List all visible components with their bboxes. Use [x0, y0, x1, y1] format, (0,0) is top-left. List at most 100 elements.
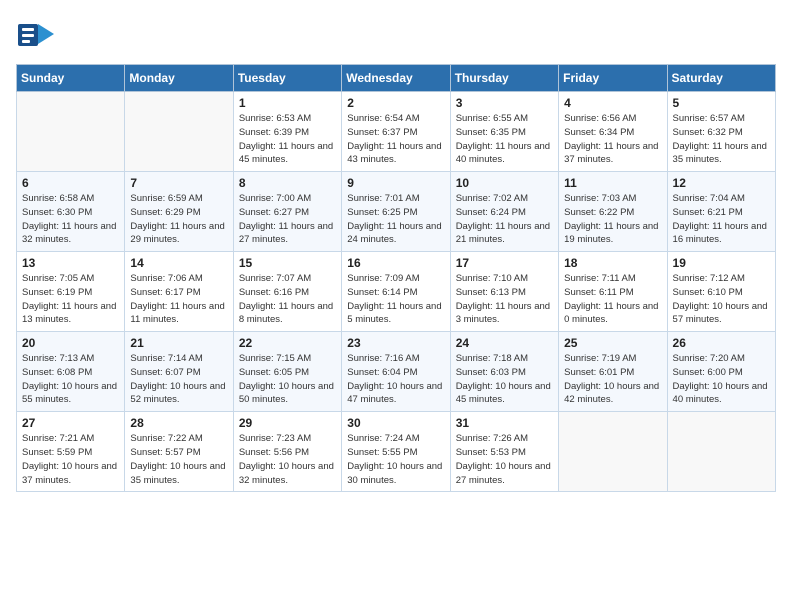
- day-info: Sunrise: 7:13 AMSunset: 6:08 PMDaylight:…: [22, 352, 119, 407]
- week-row-5: 27 Sunrise: 7:21 AMSunset: 5:59 PMDayligh…: [17, 412, 776, 492]
- calendar-header: SundayMondayTuesdayWednesdayThursdayFrid…: [17, 65, 776, 92]
- day-number: 1: [239, 96, 336, 110]
- day-info: Sunrise: 7:20 AMSunset: 6:00 PMDaylight:…: [673, 352, 770, 407]
- weekday-tuesday: Tuesday: [233, 65, 341, 92]
- header: [16, 16, 776, 54]
- day-info: Sunrise: 7:06 AMSunset: 6:17 PMDaylight:…: [130, 272, 227, 327]
- day-cell: 5 Sunrise: 6:57 AMSunset: 6:32 PMDaylight…: [667, 92, 775, 172]
- day-cell: [125, 92, 233, 172]
- day-info: Sunrise: 7:03 AMSunset: 6:22 PMDaylight:…: [564, 192, 661, 247]
- day-cell: 3 Sunrise: 6:55 AMSunset: 6:35 PMDaylight…: [450, 92, 558, 172]
- day-number: 11: [564, 176, 661, 190]
- day-number: 21: [130, 336, 227, 350]
- day-cell: 29 Sunrise: 7:23 AMSunset: 5:56 PMDayligh…: [233, 412, 341, 492]
- day-info: Sunrise: 7:18 AMSunset: 6:03 PMDaylight:…: [456, 352, 553, 407]
- day-cell: 1Sunrise: 6:53 AMSunset: 6:39 PMDaylight…: [233, 92, 341, 172]
- day-number: 16: [347, 256, 444, 270]
- day-number: 24: [456, 336, 553, 350]
- day-number: 14: [130, 256, 227, 270]
- day-cell: 26 Sunrise: 7:20 AMSunset: 6:00 PMDayligh…: [667, 332, 775, 412]
- weekday-monday: Monday: [125, 65, 233, 92]
- day-cell: 30 Sunrise: 7:24 AMSunset: 5:55 PMDayligh…: [342, 412, 450, 492]
- weekday-thursday: Thursday: [450, 65, 558, 92]
- logo: [16, 16, 58, 54]
- day-number: 27: [22, 416, 119, 430]
- day-info: Sunrise: 7:00 AMSunset: 6:27 PMDaylight:…: [239, 192, 336, 247]
- day-cell: 27 Sunrise: 7:21 AMSunset: 5:59 PMDayligh…: [17, 412, 125, 492]
- week-row-1: 1Sunrise: 6:53 AMSunset: 6:39 PMDaylight…: [17, 92, 776, 172]
- day-cell: 21 Sunrise: 7:14 AMSunset: 6:07 PMDayligh…: [125, 332, 233, 412]
- day-info: Sunrise: 7:21 AMSunset: 5:59 PMDaylight:…: [22, 432, 119, 487]
- week-row-4: 20 Sunrise: 7:13 AMSunset: 6:08 PMDayligh…: [17, 332, 776, 412]
- day-number: 29: [239, 416, 336, 430]
- day-info: Sunrise: 7:05 AMSunset: 6:19 PMDaylight:…: [22, 272, 119, 327]
- day-cell: 22 Sunrise: 7:15 AMSunset: 6:05 PMDayligh…: [233, 332, 341, 412]
- day-cell: 7 Sunrise: 6:59 AMSunset: 6:29 PMDaylight…: [125, 172, 233, 252]
- day-info: Sunrise: 7:26 AMSunset: 5:53 PMDaylight:…: [456, 432, 553, 487]
- day-cell: 28 Sunrise: 7:22 AMSunset: 5:57 PMDayligh…: [125, 412, 233, 492]
- day-cell: 31 Sunrise: 7:26 AMSunset: 5:53 PMDayligh…: [450, 412, 558, 492]
- day-cell: 17Sunrise: 7:10 AMSunset: 6:13 PMDayligh…: [450, 252, 558, 332]
- day-info: Sunrise: 6:59 AMSunset: 6:29 PMDaylight:…: [130, 192, 227, 247]
- day-number: 22: [239, 336, 336, 350]
- day-number: 28: [130, 416, 227, 430]
- day-cell: [667, 412, 775, 492]
- day-info: Sunrise: 7:22 AMSunset: 5:57 PMDaylight:…: [130, 432, 227, 487]
- day-cell: 24 Sunrise: 7:18 AMSunset: 6:03 PMDayligh…: [450, 332, 558, 412]
- day-info: Sunrise: 6:54 AMSunset: 6:37 PMDaylight:…: [347, 112, 444, 167]
- day-number: 10: [456, 176, 553, 190]
- day-number: 3: [456, 96, 553, 110]
- day-info: Sunrise: 6:58 AMSunset: 6:30 PMDaylight:…: [22, 192, 119, 247]
- day-cell: [559, 412, 667, 492]
- day-info: Sunrise: 7:11 AMSunset: 6:11 PMDaylight:…: [564, 272, 661, 327]
- day-number: 20: [22, 336, 119, 350]
- day-number: 2: [347, 96, 444, 110]
- day-number: 8: [239, 176, 336, 190]
- day-number: 30: [347, 416, 444, 430]
- day-info: Sunrise: 7:19 AMSunset: 6:01 PMDaylight:…: [564, 352, 661, 407]
- day-cell: 19Sunrise: 7:12 AMSunset: 6:10 PMDayligh…: [667, 252, 775, 332]
- day-info: Sunrise: 7:12 AMSunset: 6:10 PMDaylight:…: [673, 272, 770, 327]
- day-info: Sunrise: 7:14 AMSunset: 6:07 PMDaylight:…: [130, 352, 227, 407]
- day-number: 15: [239, 256, 336, 270]
- logo-icon: [16, 16, 54, 54]
- day-cell: 4Sunrise: 6:56 AMSunset: 6:34 PMDaylight…: [559, 92, 667, 172]
- day-info: Sunrise: 7:15 AMSunset: 6:05 PMDaylight:…: [239, 352, 336, 407]
- day-cell: 8 Sunrise: 7:00 AMSunset: 6:27 PMDaylight…: [233, 172, 341, 252]
- day-number: 31: [456, 416, 553, 430]
- day-info: Sunrise: 6:55 AMSunset: 6:35 PMDaylight:…: [456, 112, 553, 167]
- weekday-saturday: Saturday: [667, 65, 775, 92]
- week-row-3: 13 Sunrise: 7:05 AMSunset: 6:19 PMDayligh…: [17, 252, 776, 332]
- day-cell: 9Sunrise: 7:01 AMSunset: 6:25 PMDaylight…: [342, 172, 450, 252]
- day-info: Sunrise: 7:16 AMSunset: 6:04 PMDaylight:…: [347, 352, 444, 407]
- day-info: Sunrise: 6:57 AMSunset: 6:32 PMDaylight:…: [673, 112, 770, 167]
- week-row-2: 6 Sunrise: 6:58 AMSunset: 6:30 PMDaylight…: [17, 172, 776, 252]
- day-cell: 10Sunrise: 7:02 AMSunset: 6:24 PMDayligh…: [450, 172, 558, 252]
- day-info: Sunrise: 7:10 AMSunset: 6:13 PMDaylight:…: [456, 272, 553, 327]
- day-cell: 18 Sunrise: 7:11 AMSunset: 6:11 PMDayligh…: [559, 252, 667, 332]
- weekday-header-row: SundayMondayTuesdayWednesdayThursdayFrid…: [17, 65, 776, 92]
- day-cell: 25Sunrise: 7:19 AMSunset: 6:01 PMDayligh…: [559, 332, 667, 412]
- calendar: SundayMondayTuesdayWednesdayThursdayFrid…: [16, 64, 776, 492]
- day-cell: 20 Sunrise: 7:13 AMSunset: 6:08 PMDayligh…: [17, 332, 125, 412]
- day-number: 26: [673, 336, 770, 350]
- day-info: Sunrise: 7:04 AMSunset: 6:21 PMDaylight:…: [673, 192, 770, 247]
- day-number: 5: [673, 96, 770, 110]
- day-number: 13: [22, 256, 119, 270]
- page: SundayMondayTuesdayWednesdayThursdayFrid…: [0, 0, 792, 612]
- calendar-body: 1Sunrise: 6:53 AMSunset: 6:39 PMDaylight…: [17, 92, 776, 492]
- day-cell: 12Sunrise: 7:04 AMSunset: 6:21 PMDayligh…: [667, 172, 775, 252]
- day-info: Sunrise: 6:56 AMSunset: 6:34 PMDaylight:…: [564, 112, 661, 167]
- day-info: Sunrise: 7:23 AMSunset: 5:56 PMDaylight:…: [239, 432, 336, 487]
- weekday-wednesday: Wednesday: [342, 65, 450, 92]
- day-info: Sunrise: 7:09 AMSunset: 6:14 PMDaylight:…: [347, 272, 444, 327]
- day-cell: 13 Sunrise: 7:05 AMSunset: 6:19 PMDayligh…: [17, 252, 125, 332]
- day-info: Sunrise: 7:24 AMSunset: 5:55 PMDaylight:…: [347, 432, 444, 487]
- day-number: 18: [564, 256, 661, 270]
- day-number: 6: [22, 176, 119, 190]
- day-cell: 2 Sunrise: 6:54 AMSunset: 6:37 PMDaylight…: [342, 92, 450, 172]
- day-cell: 11 Sunrise: 7:03 AMSunset: 6:22 PMDayligh…: [559, 172, 667, 252]
- day-cell: [17, 92, 125, 172]
- day-cell: 16 Sunrise: 7:09 AMSunset: 6:14 PMDayligh…: [342, 252, 450, 332]
- day-number: 7: [130, 176, 227, 190]
